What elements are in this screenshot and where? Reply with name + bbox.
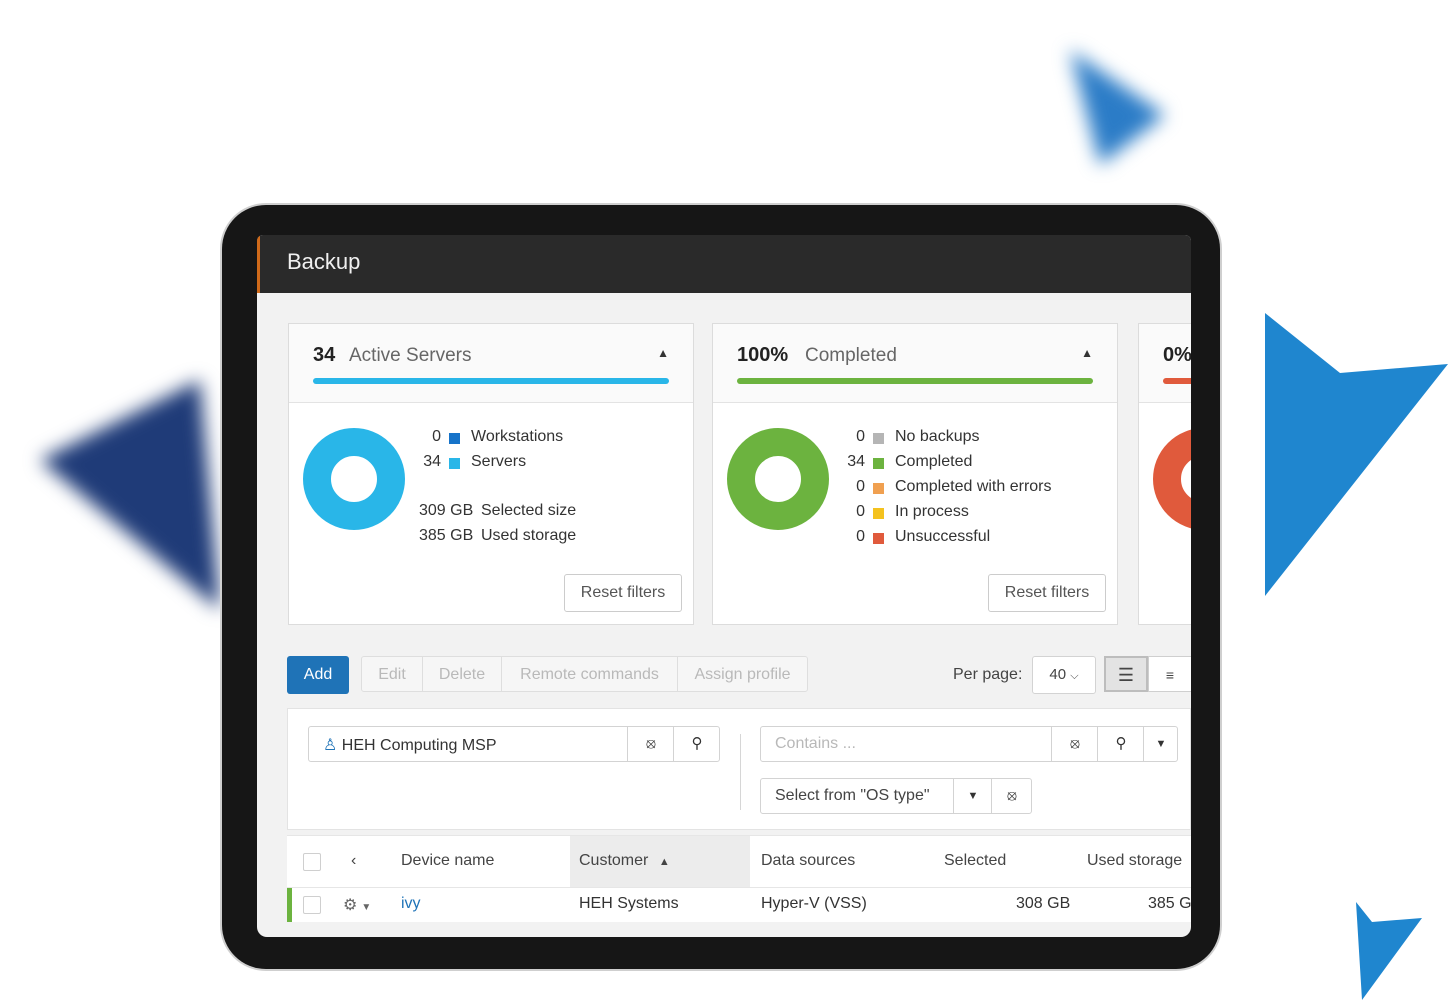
page-title: Backup <box>287 249 361 274</box>
servers-donut-chart <box>303 428 405 530</box>
customer-filter[interactable]: ♙ HEH Computing MSP ⦻ ⚲ <box>308 726 720 762</box>
customer-filter-value: HEH Computing MSP <box>341 737 497 754</box>
reset-filters-button[interactable]: Reset filters <box>564 574 682 612</box>
legend-row-unsuccessful[interactable]: 0 Unsuccessful <box>827 528 1107 550</box>
legend-row-completed-errors[interactable]: 0 Completed with errors <box>827 478 1107 500</box>
in-process-swatch <box>873 508 884 519</box>
completed-donut-chart <box>727 428 829 530</box>
app-screen: Backup 34 Active Servers ▲ 0 Workstation… <box>257 235 1191 937</box>
progress-bar <box>1163 378 1191 384</box>
customer-icon: ♙ <box>323 737 338 754</box>
completed-label: Completed <box>805 345 897 366</box>
collapse-arrow-icon[interactable]: ‹ <box>351 852 356 870</box>
device-link[interactable]: ivy <box>401 895 421 913</box>
clear-icon[interactable]: ⦻ <box>991 779 1032 813</box>
column-device-name[interactable]: Device name <box>401 852 494 870</box>
search-icon[interactable]: ⚲ <box>1097 727 1144 761</box>
errors-swatch <box>873 483 884 494</box>
add-button[interactable]: Add <box>287 656 349 694</box>
progress-bar <box>737 378 1093 384</box>
contains-filter[interactable]: Contains ... ⦻ ⚲ ▼ <box>760 726 1178 762</box>
legend-row-no-backups[interactable]: 0 No backups <box>827 428 1107 450</box>
tablet-frame: Backup 34 Active Servers ▲ 0 Workstation… <box>222 205 1220 969</box>
sort-ascending-icon: ▲ <box>658 856 670 868</box>
per-page-label: Per page: <box>953 666 1023 683</box>
search-icon[interactable]: ⚲ <box>673 727 720 761</box>
legend-row-in-process[interactable]: 0 In process <box>827 503 1107 525</box>
chevron-down-icon[interactable]: ▼ <box>1143 727 1178 761</box>
delete-button[interactable]: Delete <box>422 656 502 692</box>
reset-filters-button[interactable]: Reset filters <box>988 574 1106 612</box>
gear-icon[interactable]: ⚙ ▼ <box>343 895 371 915</box>
edit-button[interactable]: Edit <box>361 656 423 692</box>
unsuccessful-donut-chart <box>1153 428 1191 530</box>
active-servers-card: 34 Active Servers ▲ 0 Workstations 34 Se… <box>288 323 694 625</box>
servers-legend: 0 Workstations 34 Servers 309 GB Selecte… <box>403 428 683 558</box>
collapse-caret-icon[interactable]: ▲ <box>657 346 669 360</box>
chevron-down-icon: ⌵ <box>1070 670 1079 682</box>
no-backups-swatch <box>873 433 884 444</box>
workstations-swatch <box>449 433 460 444</box>
column-customer[interactable]: Customer ▲ <box>579 852 670 870</box>
collapse-caret-icon[interactable]: ▲ <box>1081 346 1093 360</box>
os-type-select[interactable]: Select from "OS type" ▼ ⦻ <box>760 778 1032 814</box>
decor-triangle-bottom <box>1356 902 1422 1000</box>
completed-percent: 100% <box>737 344 789 366</box>
progress-bar <box>313 378 669 384</box>
data-sources-cell: Hyper-V (VSS) <box>761 895 867 912</box>
unsuccessful-card: 0% <box>1138 323 1191 625</box>
list-view-button[interactable]: ☰ <box>1104 656 1148 692</box>
contains-input[interactable]: Contains ... <box>775 735 856 753</box>
completed-swatch <box>873 458 884 469</box>
column-data-sources[interactable]: Data sources <box>761 852 855 870</box>
per-page-select[interactable]: 40 ⌵ <box>1032 656 1096 694</box>
card-header[interactable]: 34 Active Servers ▲ <box>289 324 693 403</box>
decor-triangle-right <box>1265 313 1448 596</box>
decor-triangle-left <box>40 380 220 610</box>
servers-swatch <box>449 458 460 469</box>
decor-triangle-top <box>1070 50 1165 165</box>
active-servers-label: Active Servers <box>349 345 472 366</box>
chevron-down-icon[interactable]: ▼ <box>953 779 992 813</box>
compact-list-icon: ≡ <box>1165 667 1175 683</box>
os-type-label: Select from "OS type" <box>775 787 930 804</box>
row-checkbox[interactable] <box>303 896 321 914</box>
status-indicator <box>287 888 292 922</box>
column-used-storage[interactable]: Used storage <box>1087 852 1182 870</box>
used-storage-cell: 385 GB <box>1148 895 1191 912</box>
column-selected[interactable]: Selected <box>944 852 1006 870</box>
selected-cell: 308 GB <box>1016 895 1071 912</box>
completed-legend: 0 No backups 34 Completed 0 Completed wi… <box>827 428 1107 558</box>
filter-panel: ♙ HEH Computing MSP ⦻ ⚲ Contains ... ⦻ ⚲… <box>287 708 1191 830</box>
card-header[interactable]: 0% <box>1139 324 1191 403</box>
compact-view-button[interactable]: ≡ <box>1148 656 1191 692</box>
legend-row-servers[interactable]: 34 Servers <box>403 453 683 475</box>
assign-profile-button[interactable]: Assign profile <box>677 656 808 692</box>
customer-cell: HEH Systems <box>579 895 679 912</box>
legend-row-completed[interactable]: 34 Completed <box>827 453 1107 475</box>
table-header: ‹ Device name Customer ▲ Data sources Se… <box>287 835 1191 888</box>
unsuccessful-swatch <box>873 533 884 544</box>
used-storage-row: 385 GB Used storage <box>419 527 577 544</box>
clear-icon[interactable]: ⦻ <box>627 727 674 761</box>
card-header[interactable]: 100% Completed ▲ <box>713 324 1117 403</box>
title-bar: Backup <box>257 235 1191 293</box>
selected-size-row: 309 GB Selected size <box>419 502 577 519</box>
per-page-value: 40 <box>1049 666 1067 683</box>
legend-row-workstations[interactable]: 0 Workstations <box>403 428 683 450</box>
select-all-checkbox[interactable] <box>303 853 321 871</box>
table-row[interactable]: ⚙ ▼ ivy HEH Systems Hyper-V (VSS) 308 GB … <box>287 887 1191 922</box>
divider <box>740 734 741 810</box>
clear-icon[interactable]: ⦻ <box>1051 727 1098 761</box>
active-servers-count: 34 <box>313 344 336 366</box>
remote-commands-button[interactable]: Remote commands <box>501 656 678 692</box>
unsuccessful-percent: 0% <box>1163 344 1191 366</box>
completed-card: 100% Completed ▲ 0 No backups 34 Complet… <box>712 323 1118 625</box>
list-icon: ☰ <box>1117 665 1135 685</box>
